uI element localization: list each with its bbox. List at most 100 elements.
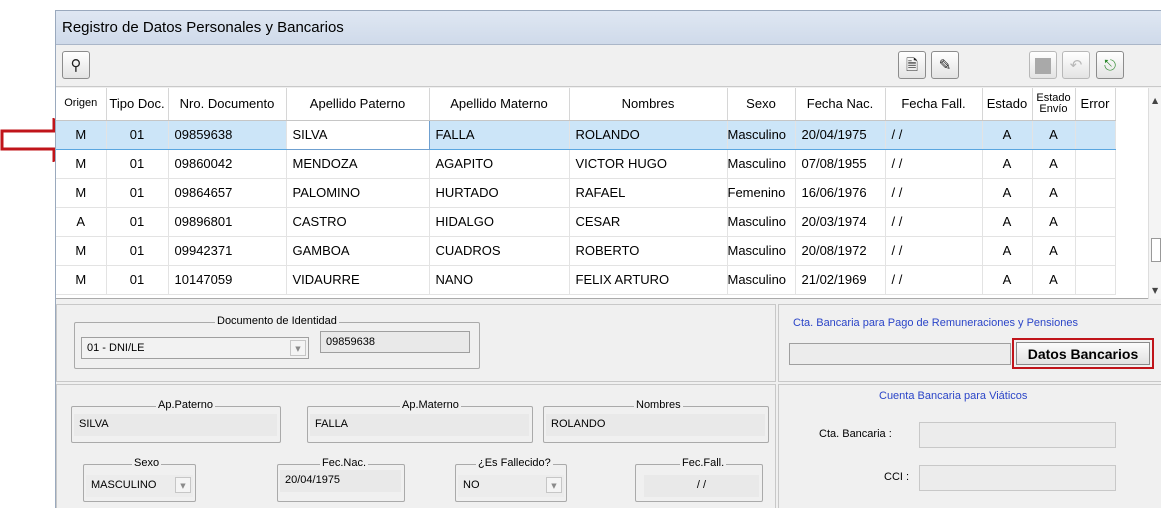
exit-door-icon[interactable]: ⎋ <box>1096 51 1124 79</box>
nombres-field[interactable]: ROLANDO <box>546 414 765 436</box>
chevron-down-icon[interactable]: ▼ <box>546 477 562 493</box>
cell-nombres[interactable]: VICTOR HUGO <box>569 149 728 179</box>
cell-fnac[interactable]: 20/08/1972 <box>795 236 886 266</box>
cell-paterno[interactable]: MENDOZA <box>286 149 430 179</box>
datos-bancarios-button[interactable]: Datos Bancarios <box>1012 338 1154 369</box>
cell-nro[interactable]: 09864657 <box>168 178 287 208</box>
cell-origen[interactable]: M <box>56 236 107 266</box>
cell-estado[interactable]: A <box>982 236 1033 266</box>
stop-icon[interactable] <box>1029 51 1057 79</box>
cta-remuneraciones-field[interactable] <box>789 343 1011 365</box>
cell-paterno[interactable]: SILVA <box>285 119 430 150</box>
cell-envio[interactable]: A <box>1032 207 1076 237</box>
cell-envio[interactable]: A <box>1032 178 1076 208</box>
cell-nombres[interactable]: ROLANDO <box>569 119 728 150</box>
col-apellido-materno[interactable]: Apellido Materno <box>429 88 570 121</box>
cell-materno[interactable]: HURTADO <box>429 178 570 208</box>
scroll-down-icon[interactable]: ▼ <box>1152 286 1158 295</box>
cell-materno[interactable]: CUADROS <box>429 236 570 266</box>
tipo-documento-select[interactable]: 01 - DNI/LE ▼ <box>81 337 309 359</box>
cell-origen[interactable]: A <box>56 207 107 237</box>
col-fecha-fall[interactable]: Fecha Fall. <box>885 88 983 121</box>
table-row[interactable]: A 01 09896801 CASTRO HIDALGO CESAR Masculino 20… <box>56 207 1116 237</box>
cell-tipo[interactable]: 01 <box>106 207 169 237</box>
cell-error[interactable] <box>1075 207 1116 237</box>
table-row[interactable]: M 01 09859638 SILVA FALLA ROLANDO Masculino 20/… <box>56 119 1116 150</box>
cell-sexo[interactable]: Masculino <box>727 236 796 266</box>
cell-estado[interactable]: A <box>982 119 1033 150</box>
cell-materno[interactable]: AGAPITO <box>429 149 570 179</box>
fecnac-field[interactable]: 20/04/1975 <box>280 470 401 492</box>
paterno-field[interactable]: SILVA <box>74 414 277 436</box>
cell-materno[interactable]: HIDALGO <box>429 207 570 237</box>
cci-field[interactable] <box>919 465 1116 491</box>
cell-nombres[interactable]: RAFAEL <box>569 178 728 208</box>
scroll-up-icon[interactable]: ▲ <box>1152 96 1158 105</box>
cell-estado[interactable]: A <box>982 149 1033 179</box>
cell-envio[interactable]: A <box>1032 236 1076 266</box>
cell-ffall[interactable]: / / <box>885 207 983 237</box>
cell-error[interactable] <box>1075 178 1116 208</box>
col-nro-documento[interactable]: Nro. Documento <box>168 88 287 121</box>
cell-estado[interactable]: A <box>982 265 1033 295</box>
col-origen[interactable]: Origen <box>56 88 107 121</box>
table-row[interactable]: M 01 10147059 VIDAURRE NANO FELIX ARTURO Mascu… <box>56 265 1116 295</box>
cell-fnac[interactable]: 21/02/1969 <box>795 265 886 295</box>
cell-tipo[interactable]: 01 <box>106 178 169 208</box>
cell-envio[interactable]: A <box>1032 119 1076 150</box>
col-estado-envio[interactable]: Estado Envío <box>1032 88 1076 121</box>
cell-nombres[interactable]: FELIX ARTURO <box>569 265 728 295</box>
cell-paterno[interactable]: GAMBOA <box>286 236 430 266</box>
chevron-down-icon[interactable]: ▼ <box>175 477 191 493</box>
numero-documento-field[interactable]: 09859638 <box>320 331 470 353</box>
cell-sexo[interactable]: Masculino <box>727 207 796 237</box>
cell-nro[interactable]: 09860042 <box>168 149 287 179</box>
col-tipo-doc[interactable]: Tipo Doc. <box>106 88 169 121</box>
cell-materno[interactable]: FALLA <box>429 119 570 150</box>
cell-sexo[interactable]: Masculino <box>727 265 796 295</box>
fallecido-select[interactable]: NO ▼ <box>458 475 564 497</box>
cell-origen[interactable]: M <box>56 149 107 179</box>
col-fecha-nac[interactable]: Fecha Nac. <box>795 88 886 121</box>
cell-fnac[interactable]: 16/06/1976 <box>795 178 886 208</box>
cell-sexo[interactable]: Masculino <box>727 119 796 150</box>
scroll-thumb[interactable] <box>1151 238 1161 262</box>
edit-form-icon[interactable]: ✎ <box>931 51 959 79</box>
cell-sexo[interactable]: Masculino <box>727 149 796 179</box>
cell-ffall[interactable]: / / <box>885 119 983 150</box>
col-nombres[interactable]: Nombres <box>569 88 728 121</box>
cell-fnac[interactable]: 20/04/1975 <box>795 119 886 150</box>
cell-tipo[interactable]: 01 <box>106 119 169 150</box>
cell-origen[interactable]: M <box>56 265 107 295</box>
cell-nro[interactable]: 09859638 <box>168 119 287 150</box>
cell-tipo[interactable]: 01 <box>106 265 169 295</box>
cell-origen[interactable]: M <box>56 178 107 208</box>
cell-fnac[interactable]: 20/03/1974 <box>795 207 886 237</box>
col-sexo[interactable]: Sexo <box>727 88 796 121</box>
cell-error[interactable] <box>1075 119 1116 150</box>
cell-envio[interactable]: A <box>1032 265 1076 295</box>
cell-error[interactable] <box>1075 265 1116 295</box>
cell-paterno[interactable]: CASTRO <box>286 207 430 237</box>
col-apellido-paterno[interactable]: Apellido Paterno <box>286 88 430 121</box>
cell-nro[interactable]: 09942371 <box>168 236 287 266</box>
cell-paterno[interactable]: VIDAURRE <box>286 265 430 295</box>
cell-estado[interactable]: A <box>982 207 1033 237</box>
table-row[interactable]: M 01 09860042 MENDOZA AGAPITO VICTOR HUGO Masc… <box>56 149 1116 179</box>
fecfall-field[interactable]: / / <box>644 475 759 497</box>
cell-ffall[interactable]: / / <box>885 149 983 179</box>
search-binoculars-icon[interactable]: ⚲ <box>62 51 90 79</box>
grid-vertical-scrollbar[interactable]: ▲ ▼ <box>1148 88 1161 299</box>
cell-materno[interactable]: NANO <box>429 265 570 295</box>
cell-error[interactable] <box>1075 236 1116 266</box>
chevron-down-icon[interactable]: ▼ <box>290 340 306 356</box>
cell-error[interactable] <box>1075 149 1116 179</box>
cell-ffall[interactable]: / / <box>885 265 983 295</box>
cta-bancaria-field[interactable] <box>919 422 1116 448</box>
cell-tipo[interactable]: 01 <box>106 149 169 179</box>
cell-nombres[interactable]: CESAR <box>569 207 728 237</box>
cell-nombres[interactable]: ROBERTO <box>569 236 728 266</box>
new-document-icon[interactable]: 🗎 <box>898 51 926 79</box>
cell-envio[interactable]: A <box>1032 149 1076 179</box>
sexo-select[interactable]: MASCULINO ▼ <box>86 475 193 497</box>
